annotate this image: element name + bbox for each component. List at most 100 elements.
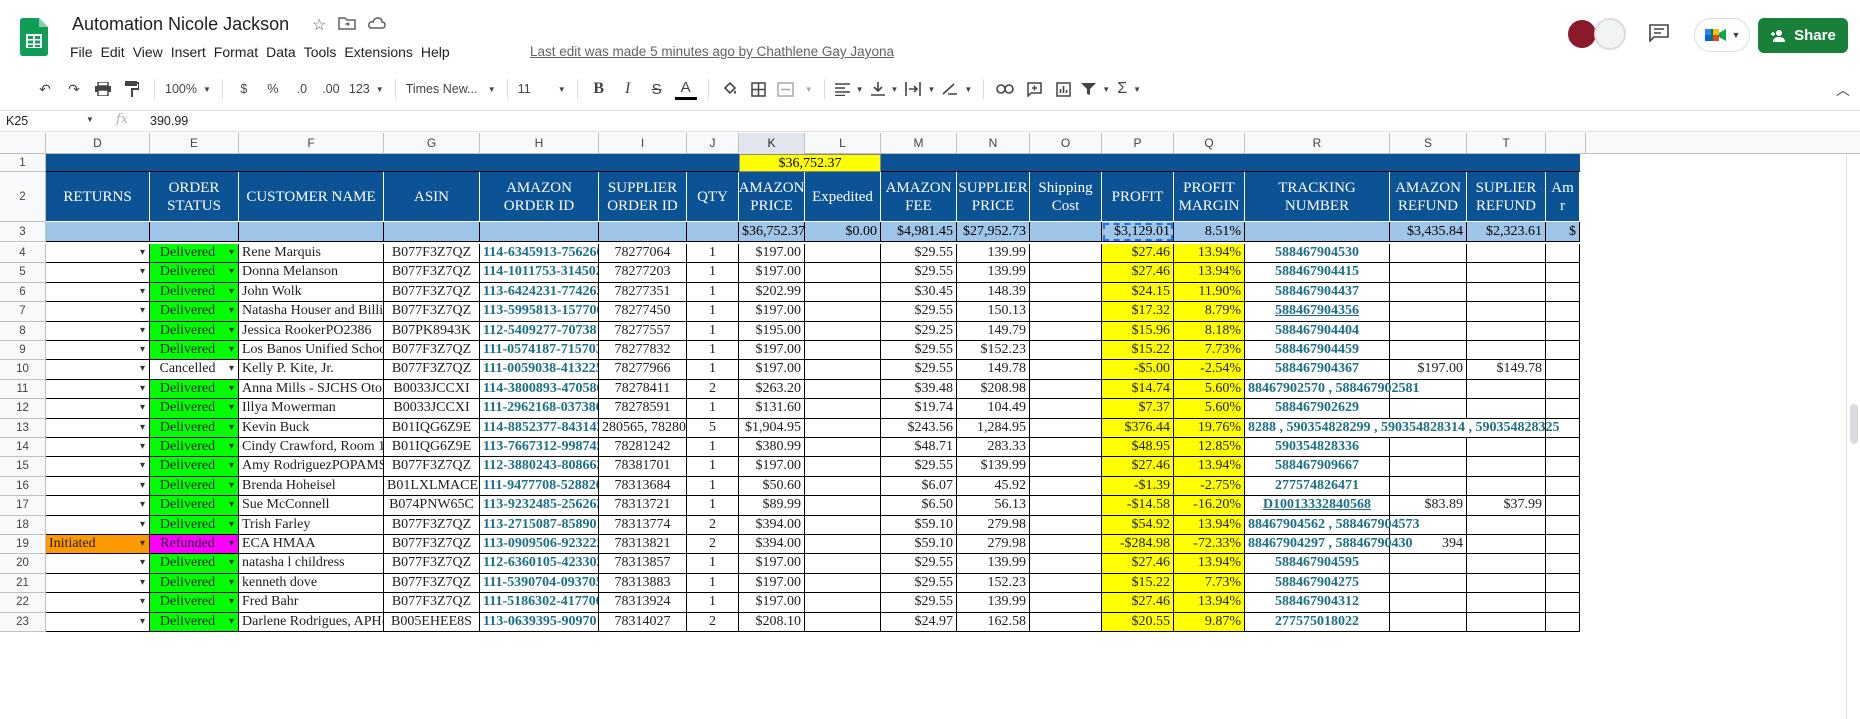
cell-tracking[interactable]: 8288 , 590354828299 , 590354828314 , 590… [1245,418,1560,438]
column-title-sprice[interactable]: SUPPLIER PRICE [957,172,1030,222]
cell-order[interactable] [480,154,599,172]
cell-order[interactable]: 112-3880243-8086631 [480,457,599,477]
cell-margin[interactable]: -2.54% [1174,360,1245,380]
cell-qty[interactable]: 1 [687,457,739,477]
cell-asin[interactable]: B077F3Z7QZ [384,302,480,322]
cell-profit[interactable]: $15.22 [1102,341,1174,361]
zoom-select[interactable]: 100% ▼ [165,77,211,101]
cell-order[interactable]: 111-5390704-0937059 [480,573,599,594]
cell-fee[interactable]: $29.55 [881,360,957,380]
cell-exp[interactable] [805,282,881,303]
percent-format-button[interactable]: % [262,77,284,101]
cell-returns[interactable] [46,496,150,516]
cell-asin[interactable]: B077F3Z7QZ [384,535,480,555]
cell-order[interactable]: 114-8852377-8431428 [480,418,599,438]
cell-tracking[interactable]: 588467904530 [1245,244,1390,264]
cell-order[interactable]: 114-1011753-3145021 [480,263,599,283]
cell-status[interactable]: Delivered [150,341,239,361]
total-asin[interactable] [384,222,480,242]
cell-returns[interactable] [46,399,150,419]
cell-returns[interactable] [46,593,150,613]
cell-sref[interactable] [1467,282,1546,303]
cell-order[interactable]: 112-5409277-7073813 [480,321,599,341]
cell-asin[interactable]: B005EHEE8S [384,612,480,632]
cell-fee[interactable]: $29.55 [881,457,957,477]
cell-customer[interactable]: Donna Melanson [239,263,384,283]
cell-sprice[interactable]: 149.78 [957,360,1030,380]
cell-tracking[interactable]: 588467904275 [1245,573,1390,594]
text-wrapping-icon[interactable]: ▼ [905,77,935,101]
cell-order[interactable]: 113-0639395-9097018 [480,612,599,632]
cell-asin[interactable]: B077F3Z7QZ [384,282,480,303]
cell-returns[interactable] [46,244,150,264]
cell-sref[interactable] [1467,612,1546,632]
decrease-decimal-button[interactable]: .0 [291,77,313,101]
cell-ship[interactable] [1030,418,1102,438]
cell-order[interactable]: 111-2962168-0373865 [480,399,599,419]
total-fee[interactable]: $4,981.45 [881,222,957,242]
cell-asin[interactable]: B077F3Z7QZ [384,457,480,477]
cell-tracking[interactable]: 588467904356 [1245,302,1390,322]
cell-status[interactable]: Refunded [150,535,239,555]
cell-fee[interactable]: $24.97 [881,612,957,632]
cell-sref[interactable]: $149.78 [1467,360,1546,380]
undo-icon[interactable]: ↶ [34,77,56,101]
cell-fee[interactable]: $59.10 [881,515,957,535]
cell-order[interactable]: 113-7667312-9987456 [480,438,599,458]
cell-supplier[interactable]: 280565, 782806 [599,418,687,438]
cell-margin[interactable]: 8.79% [1174,302,1245,322]
cell-supplier[interactable]: 78277351 [599,282,687,303]
print-icon[interactable] [92,77,114,101]
row-header[interactable]: 14 [0,438,46,458]
cell-customer[interactable]: Trish Farley [239,515,384,535]
cell-u[interactable] [1546,535,1580,555]
total-status[interactable] [150,222,239,242]
column-header-t[interactable]: T [1467,133,1546,154]
cell-status[interactable]: Delivered [150,438,239,458]
column-title-returns[interactable]: RETURNS [46,172,150,222]
cell-supplier[interactable]: 78313774 [599,515,687,535]
cell-exp[interactable] [805,321,881,341]
cell-fee[interactable]: $29.55 [881,244,957,264]
cell-status[interactable]: Delivered [150,282,239,303]
cell-aref[interactable] [1390,263,1467,283]
cell-sprice[interactable]: 152.23 [957,573,1030,594]
cell-margin[interactable]: 11.90% [1174,282,1245,303]
cell-qty[interactable]: 1 [687,321,739,341]
cell-u[interactable] [1546,593,1580,613]
cell-profit[interactable] [1102,154,1174,172]
total-order[interactable] [480,222,599,242]
menu-data[interactable]: Data [266,42,304,62]
row-header[interactable]: 17 [0,496,46,516]
cell-u[interactable] [1546,302,1580,322]
cell-tracking[interactable]: 588467909667 [1245,457,1390,477]
cell-tracking[interactable]: 588467904367 [1245,360,1390,380]
cell-fee[interactable]: $6.50 [881,496,957,516]
cell-sref[interactable]: $37.99 [1467,496,1546,516]
borders-icon[interactable] [748,77,770,101]
total-sprice[interactable]: $27,952.73 [957,222,1030,242]
cell-profit[interactable]: -$14.58 [1102,496,1174,516]
menu-format[interactable]: Format [214,42,266,62]
cell-ship[interactable] [1030,515,1102,535]
cell-status[interactable]: Delivered [150,302,239,322]
cell-sref[interactable] [1467,573,1546,594]
cell-sref[interactable] [1467,321,1546,341]
cell-price[interactable]: $197.00 [739,244,805,264]
cell-aref[interactable] [1390,612,1467,632]
cell-order[interactable]: 113-5995813-1577005 [480,302,599,322]
cell-ship[interactable] [1030,244,1102,264]
column-title-order[interactable]: AMAZON ORDER ID [480,172,599,222]
name-box[interactable]: K25 [6,114,96,128]
cell-margin[interactable]: 13.94% [1174,244,1245,264]
horizontal-align-icon[interactable]: ▼ [834,77,864,101]
row-header[interactable]: 21 [0,573,46,594]
comment-history-icon[interactable] [1648,24,1670,42]
cell-fee[interactable] [881,154,957,172]
font-size-select[interactable]: 11 ▼ [518,77,566,101]
column-header-p[interactable]: P [1102,133,1174,154]
cell-sprice[interactable]: 139.99 [957,554,1030,574]
row-header[interactable]: 8 [0,321,46,341]
cell-sref[interactable] [1467,399,1546,419]
cell-order[interactable]: 112-6360105-4233026 [480,554,599,574]
